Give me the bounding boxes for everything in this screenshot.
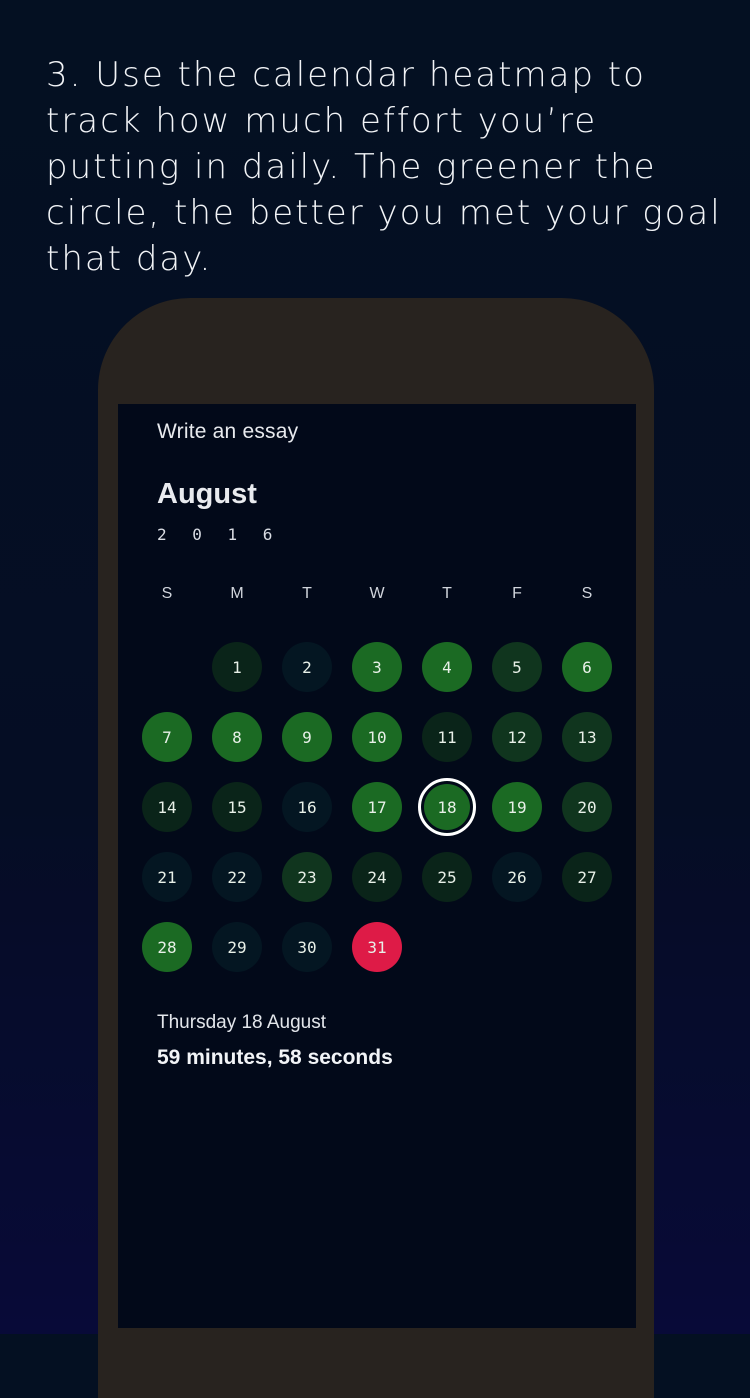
calendar-day-16[interactable]: 16 [282, 782, 332, 832]
selected-day-duration: 59 minutes, 58 seconds [157, 1046, 393, 1069]
calendar-day-11[interactable]: 11 [422, 712, 472, 762]
calendar-day-23[interactable]: 23 [282, 852, 332, 902]
calendar-day-3[interactable]: 3 [352, 642, 402, 692]
calendar-day-19[interactable]: 19 [492, 782, 542, 832]
selected-date-label: Thursday 18 August [157, 1012, 326, 1033]
phone-screen: Write an essay August 2 0 1 6 S M T W T … [118, 404, 636, 1328]
calendar-day-27[interactable]: 27 [562, 852, 612, 902]
calendar-day-22[interactable]: 22 [212, 852, 262, 902]
calendar-day-4[interactable]: 4 [422, 642, 472, 692]
calendar-day-20[interactable]: 20 [562, 782, 612, 832]
calendar-day-12[interactable]: 12 [492, 712, 542, 762]
calendar-day-17[interactable]: 17 [352, 782, 402, 832]
calendar-day-8[interactable]: 8 [212, 712, 262, 762]
calendar-day-10[interactable]: 10 [352, 712, 402, 762]
calendar-day-31[interactable]: 31 [352, 922, 402, 972]
calendar-day-15[interactable]: 15 [212, 782, 262, 832]
calendar-day-28[interactable]: 28 [142, 922, 192, 972]
calendar-day-5[interactable]: 5 [492, 642, 542, 692]
calendar-day-26[interactable]: 26 [492, 852, 542, 902]
caption-text: 3. Use the calendar heatmap to track how… [46, 55, 722, 279]
calendar-day-6[interactable]: 6 [562, 642, 612, 692]
calendar-heatmap-grid: 1 2 3 4 5 6 7 8 9 10 11 12 13 14 15 16 17 18 19 20 21 22 23 24 2… [118, 404, 636, 1004]
calendar-day-18[interactable]: 18 [418, 778, 476, 836]
calendar-day-9[interactable]: 9 [282, 712, 332, 762]
calendar-day-14[interactable]: 14 [142, 782, 192, 832]
calendar-day-7[interactable]: 7 [142, 712, 192, 762]
calendar-day-30[interactable]: 30 [282, 922, 332, 972]
calendar-day-2[interactable]: 2 [282, 642, 332, 692]
calendar-day-1[interactable]: 1 [212, 642, 262, 692]
calendar-day-25[interactable]: 25 [422, 852, 472, 902]
calendar-day-24[interactable]: 24 [352, 852, 402, 902]
calendar-day-29[interactable]: 29 [212, 922, 262, 972]
calendar-day-13[interactable]: 13 [562, 712, 612, 762]
calendar-day-21[interactable]: 21 [142, 852, 192, 902]
